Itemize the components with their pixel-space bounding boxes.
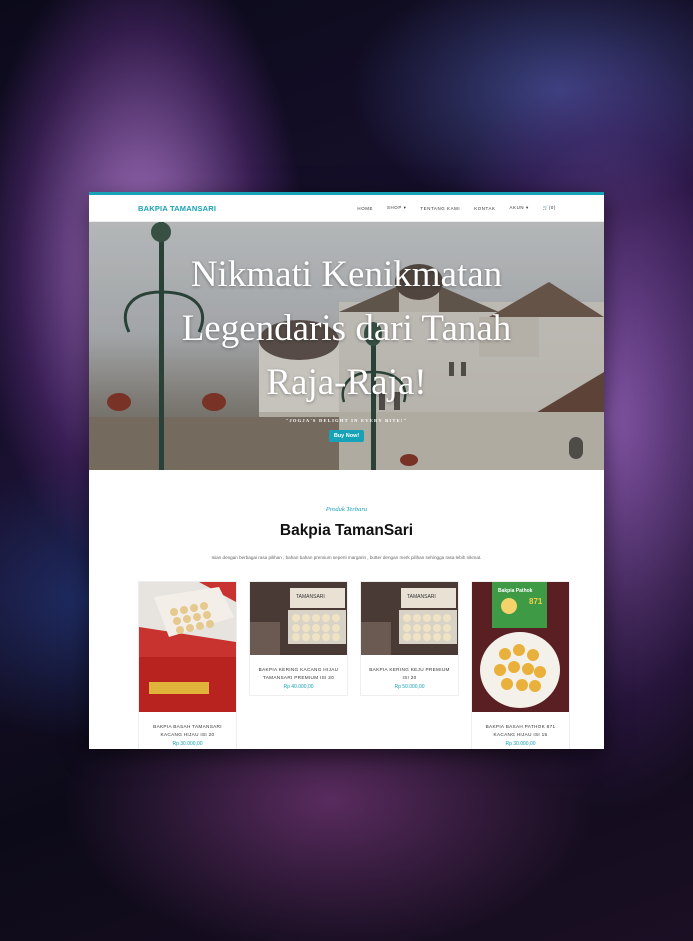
product-name[interactable]: BAKPIA KERING KEJU PREMIUM ISI 20	[361, 660, 458, 681]
nav-menu: HOME SHOP ▾ TENTANG KAMI KONTAK AKUN ▾ 🛒…	[357, 205, 556, 211]
nav-shop-dropdown[interactable]: SHOP ▾	[387, 205, 406, 211]
nav-cart[interactable]: 🛒(0)	[543, 205, 556, 211]
nav-kontak[interactable]: KONTAK	[474, 206, 495, 211]
product-price: Rp 50.000,00	[394, 684, 425, 690]
product-price: Rp 30.000,00	[505, 741, 536, 747]
hero-title: Nikmati Kenikmatan Legendaris dari Tanah…	[181, 254, 512, 403]
product-card[interactable]: TAMANSARI BAKPIA KERING KACANG HIJAU TAM…	[249, 581, 348, 696]
product-price: Rp 30.000,00	[172, 741, 203, 747]
latest-products-section: Produk Terbaru Bakpia TamanSari Isian de…	[89, 470, 604, 560]
product-card[interactable]: Bakpia Pathok 871 BAKPIA BASAH PATHOK 87…	[471, 581, 570, 749]
product-name[interactable]: BAKPIA BASAH PATHOK 871 KACANG HIJAU ISI…	[472, 717, 569, 738]
box-label-text: Bakpia Pathok	[498, 588, 533, 594]
box-brand-text: TAMANSARI	[296, 594, 325, 600]
section-description: Isian dengan berbagai rasa pilihan , bah…	[211, 555, 482, 560]
product-image[interactable]	[139, 582, 236, 717]
product-name[interactable]: BAKPIA BASAH TAMANSARI KACANG HIJAU ISI …	[139, 717, 236, 738]
product-image[interactable]: TAMANSARI	[361, 582, 458, 660]
brand-logo[interactable]: BAKPIA TAMANSARI	[138, 204, 216, 213]
product-name[interactable]: BAKPIA KERING KACANG HIJAU TAMANSARI PRE…	[250, 660, 347, 681]
product-card[interactable]: TAMANSARI BAKPIA KERING KEJU PREMIUM ISI…	[360, 581, 459, 696]
product-grid: BAKPIA BASAH TAMANSARI KACANG HIJAU ISI …	[138, 581, 570, 749]
section-heading: Bakpia TamanSari	[279, 522, 414, 539]
product-price: Rp 40.000,00	[283, 684, 314, 690]
section-eyebrow: Produk Terbaru	[325, 506, 368, 513]
navbar: BAKPIA TAMANSARI HOME SHOP ▾ TENTANG KAM…	[89, 195, 604, 222]
nav-home[interactable]: HOME	[357, 206, 373, 211]
hero-banner: Nikmati Kenikmatan Legendaris dari Tanah…	[89, 222, 604, 470]
product-card[interactable]: BAKPIA BASAH TAMANSARI KACANG HIJAU ISI …	[138, 581, 237, 749]
nav-akun-dropdown[interactable]: AKUN ▾	[510, 205, 529, 211]
box-number-text: 871	[529, 597, 543, 606]
buy-now-button[interactable]: Buy Now!	[328, 430, 365, 442]
product-image[interactable]: Bakpia Pathok 871	[472, 582, 569, 717]
box-brand-text: TAMANSARI	[407, 594, 436, 600]
hero-tagline: "JOGJA'S DELIGHT IN EVERY BITE!"	[285, 418, 408, 423]
browser-page-screenshot: BAKPIA TAMANSARI HOME SHOP ▾ TENTANG KAM…	[89, 192, 604, 749]
product-image[interactable]: TAMANSARI	[250, 582, 347, 660]
nav-tentang-kami[interactable]: TENTANG KAMI	[420, 206, 460, 211]
